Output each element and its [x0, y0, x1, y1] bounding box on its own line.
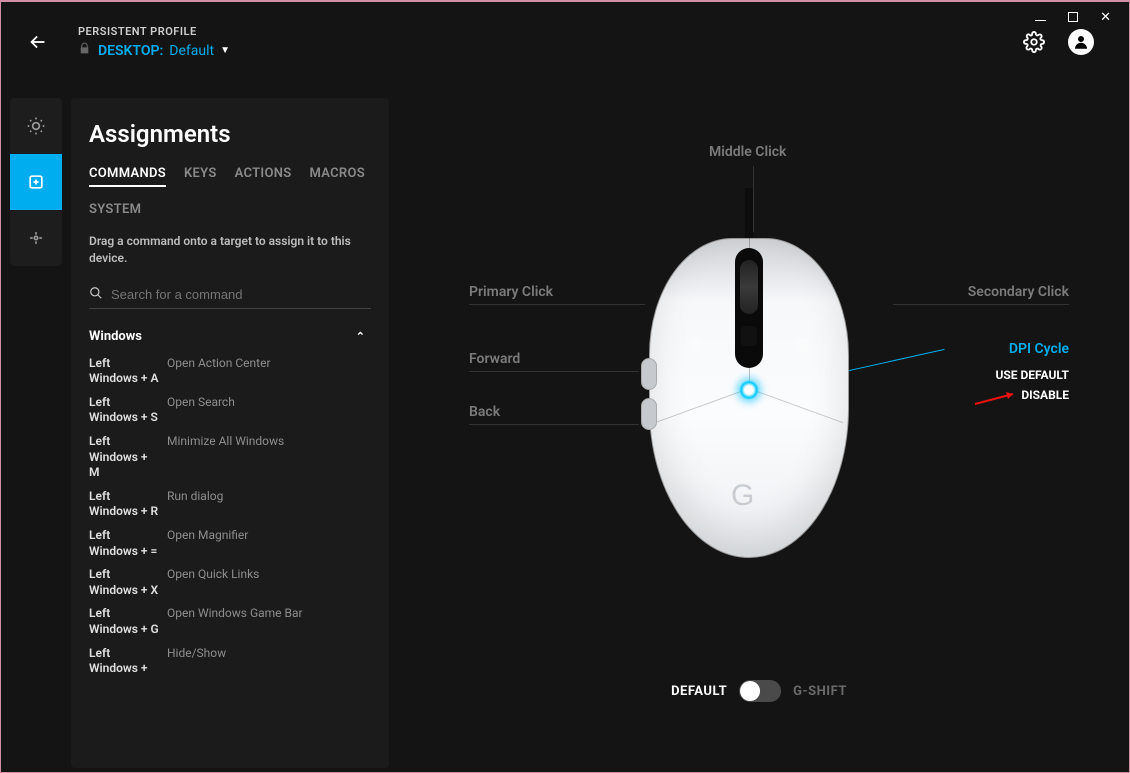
- side-button-forward[interactable]: [641, 358, 657, 390]
- search-icon: [89, 285, 103, 304]
- search-row: [89, 281, 371, 309]
- command-description: Open Quick Links: [167, 567, 365, 598]
- command-description: Run dialog: [167, 489, 365, 520]
- command-row[interactable]: Left Windows + S Open Search: [89, 391, 365, 430]
- nav-assignments-icon[interactable]: [10, 154, 62, 210]
- dpi-button[interactable]: [741, 326, 757, 346]
- scroll-wheel[interactable]: [740, 260, 758, 314]
- command-shortcut: Left Windows + =: [89, 528, 159, 559]
- nav-sensitivity-icon[interactable]: [10, 210, 62, 266]
- annotation-arrow-icon: [973, 390, 1019, 406]
- context-disable[interactable]: DISABLE: [1021, 388, 1069, 402]
- device-view: Middle Click Primary Click Secondary Cli…: [389, 98, 1129, 772]
- label-secondary-click[interactable]: Secondary Click: [893, 284, 1069, 305]
- command-shortcut: Left Windows + R: [89, 489, 159, 520]
- back-arrow-icon[interactable]: [26, 30, 50, 54]
- label-forward[interactable]: Forward: [469, 351, 639, 372]
- label-middle-click[interactable]: Middle Click: [709, 144, 786, 160]
- logo-g-icon: G: [731, 479, 754, 513]
- command-row[interactable]: Left Windows + MMinimize All Windows: [89, 430, 365, 485]
- command-list[interactable]: Windows ⌃ Left Windows + A Open Action Ce…: [89, 321, 371, 768]
- glow-ring: [739, 380, 759, 400]
- command-shortcut: Left Windows +: [89, 646, 159, 677]
- command-row[interactable]: Left Windows + = Open Magnifier: [89, 524, 365, 563]
- command-shortcut: Left Windows + M: [89, 434, 159, 481]
- profile-name: Default: [169, 43, 214, 59]
- profile-prefix: DESKTOP:: [98, 43, 163, 59]
- chevron-down-icon[interactable]: ▼: [220, 45, 230, 56]
- command-description: Open Windows Game Bar: [167, 606, 365, 637]
- label-primary-click[interactable]: Primary Click: [469, 284, 645, 305]
- group-title: Windows: [89, 329, 142, 344]
- assign-target-left[interactable]: [689, 338, 703, 352]
- context-use-default[interactable]: USE DEFAULT: [995, 368, 1069, 382]
- side-button-back[interactable]: [641, 398, 657, 430]
- drag-hint: Drag a command onto a target to assign i…: [89, 233, 371, 267]
- command-shortcut: Left Windows + X: [89, 567, 159, 598]
- command-description: Open Action Center: [167, 356, 365, 387]
- mode-switch[interactable]: [739, 680, 781, 702]
- label-back[interactable]: Back: [469, 404, 639, 425]
- command-row[interactable]: Left Windows + G Open Windows Game Bar: [89, 602, 365, 641]
- group-windows[interactable]: Windows ⌃: [89, 321, 365, 352]
- tab-actions[interactable]: ACTIONS: [235, 166, 292, 187]
- tab-commands[interactable]: COMMANDS: [89, 166, 166, 187]
- persistent-profile-label: PERSISTENT PROFILE: [78, 25, 230, 38]
- tab-macros[interactable]: MACROS: [309, 166, 365, 187]
- command-shortcut: Left Windows + S: [89, 395, 159, 426]
- nav-rail: [10, 98, 62, 266]
- assignments-panel: Assignments COMMANDS KEYS ACTIONS MACROS…: [71, 98, 389, 768]
- search-input[interactable]: [103, 287, 371, 302]
- assign-target-right[interactable]: [795, 338, 809, 352]
- command-row[interactable]: Left Windows + R Run dialog: [89, 485, 365, 524]
- lock-icon: [78, 42, 92, 59]
- chevron-up-icon: ⌃: [356, 330, 365, 343]
- command-row[interactable]: Left Windows + X Open Quick Links: [89, 563, 365, 602]
- mode-gshift-label[interactable]: G-SHIFT: [793, 684, 847, 699]
- mode-toggle: DEFAULT G-SHIFT: [671, 680, 847, 702]
- category-tabs: COMMANDS KEYS ACTIONS MACROS SYSTEM: [89, 166, 371, 221]
- topbar: PERSISTENT PROFILE DESKTOP: Default ▼: [1, 12, 1129, 72]
- command-shortcut: Left Windows + A: [89, 356, 159, 387]
- mouse-illustration: G: [649, 238, 849, 558]
- account-avatar-icon[interactable]: [1068, 29, 1094, 55]
- command-description: Open Magnifier: [167, 528, 365, 559]
- mode-default-label[interactable]: DEFAULT: [671, 684, 727, 699]
- command-description: Hide/Show: [167, 646, 365, 677]
- gear-icon[interactable]: [1022, 30, 1046, 54]
- command-shortcut: Left Windows + G: [89, 606, 159, 637]
- command-row[interactable]: Left Windows + A Open Action Center: [89, 352, 365, 391]
- nav-lighting-icon[interactable]: [10, 98, 62, 154]
- command-description: Open Search: [167, 395, 365, 426]
- command-row[interactable]: Left Windows + Hide/Show: [89, 642, 365, 681]
- profile-selector[interactable]: PERSISTENT PROFILE DESKTOP: Default ▼: [78, 25, 230, 59]
- tab-keys[interactable]: KEYS: [184, 166, 217, 187]
- mouse-cable: [745, 188, 753, 240]
- panel-title: Assignments: [89, 120, 371, 148]
- command-description: Minimize All Windows: [167, 434, 365, 481]
- tab-system[interactable]: SYSTEM: [89, 202, 141, 221]
